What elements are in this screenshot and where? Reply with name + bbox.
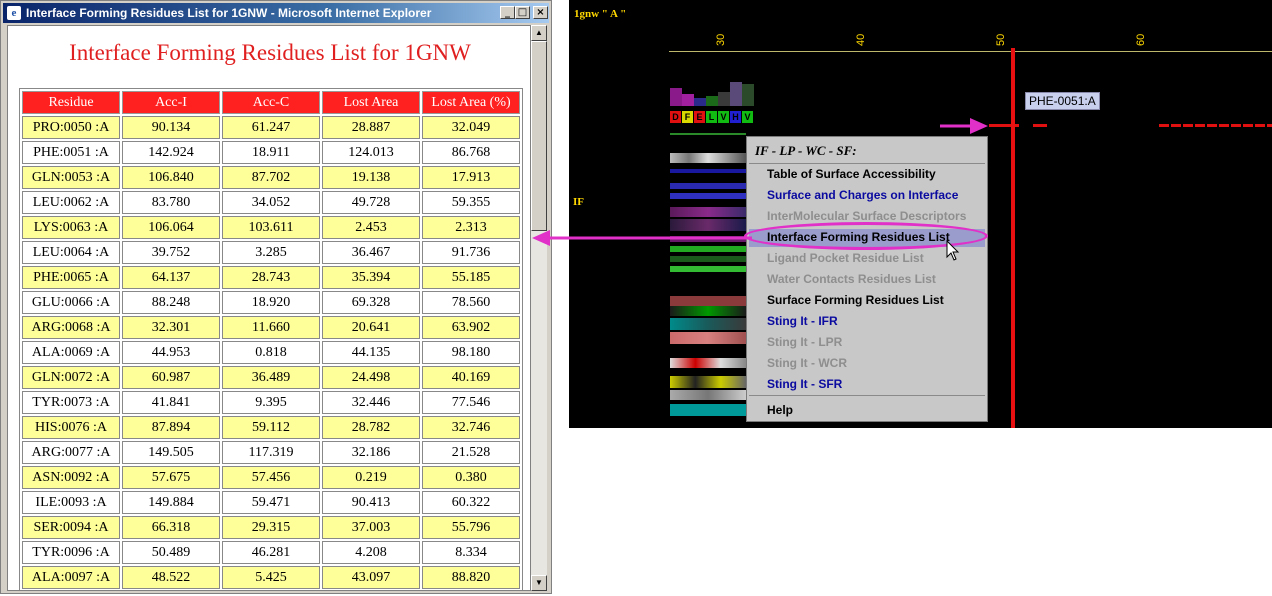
arrow-to-residue-icon <box>940 118 988 134</box>
annotation-arrows <box>532 118 988 246</box>
arrow-to-table-icon <box>532 230 752 246</box>
